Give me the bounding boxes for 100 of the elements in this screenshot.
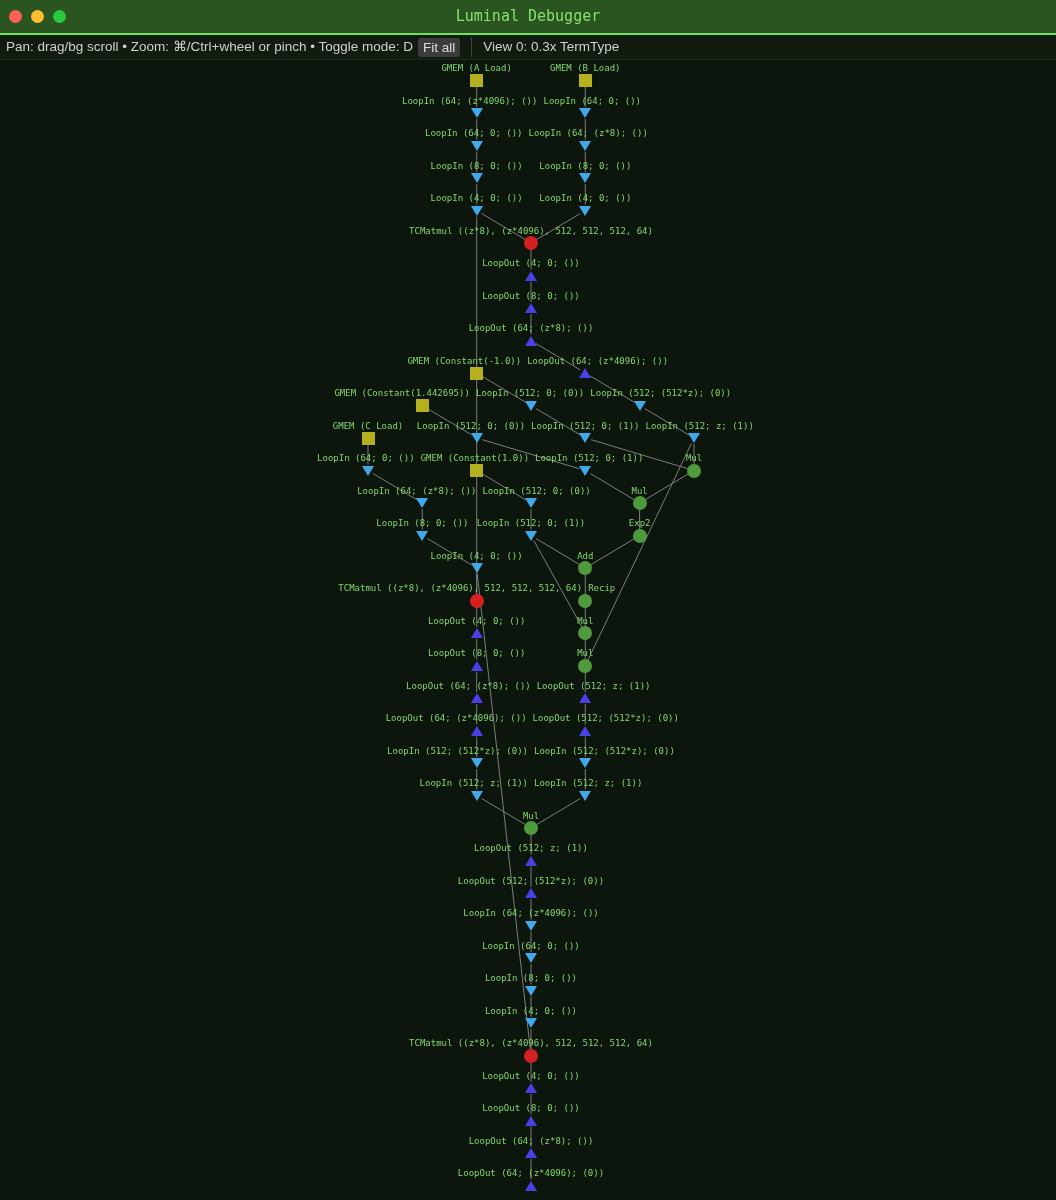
node-label: LoopIn (512; 0; (1)) xyxy=(476,518,586,528)
down-triangle-icon xyxy=(470,205,483,216)
edge-line xyxy=(427,538,472,566)
down-triangle-icon xyxy=(470,758,483,768)
down-triangle-icon xyxy=(416,498,429,508)
edge-line xyxy=(584,671,586,693)
up-triangle-icon xyxy=(525,1083,537,1093)
down-triangle-icon xyxy=(362,465,374,476)
down-triangle-icon xyxy=(525,985,537,996)
edge-line xyxy=(476,86,478,108)
node-label: TCMatmul ((z*8), (z*4096), 512, 512, 512, 64) xyxy=(409,225,653,236)
down-triangle-icon xyxy=(470,563,483,573)
node-label: LoopIn (512; (512*z); (0)) xyxy=(590,388,732,398)
edge-line xyxy=(584,118,586,140)
node-label: GMEM (Constant(-1.0)) xyxy=(407,355,522,366)
node-label: GMEM (Constant(1.442695)) xyxy=(334,388,470,398)
node-label: TCMatmul ((z*8), (z*4096), 512, 512, 512, 64) xyxy=(409,1038,653,1048)
edge-line xyxy=(584,151,586,173)
fit-all-button[interactable]: Fit all xyxy=(418,37,461,57)
circle-node-icon xyxy=(524,821,538,835)
node-label: LoopIn (4; 0; ()) xyxy=(539,193,632,203)
down-triangle-icon xyxy=(470,790,483,801)
node-label: LoopIn (512; (512*z); (0)) xyxy=(387,745,528,756)
node-label: LoopIn (512; z; (1)) xyxy=(419,778,528,788)
node-label: LoopIn (64; (z*4096); ()) xyxy=(463,908,599,918)
node-label: LoopIn (512; 0; (0)) xyxy=(416,420,526,431)
node-label: LoopIn (8; 0; ()) xyxy=(376,518,469,528)
down-triangle-icon xyxy=(633,400,646,411)
circle-node-icon xyxy=(524,236,538,250)
down-triangle-icon xyxy=(470,140,483,151)
up-triangle-icon xyxy=(525,1115,537,1126)
node-label: LoopIn (8; 0; ()) xyxy=(539,160,632,171)
node-label: Mul xyxy=(522,810,540,821)
node-label: LoopIn (4; 0; ()) xyxy=(430,193,523,203)
up-triangle-icon xyxy=(470,693,483,703)
node-label: LoopOut (64; (z*8); ()) xyxy=(468,323,594,333)
node-label: Mul xyxy=(577,615,594,626)
down-triangle-icon xyxy=(579,140,592,151)
edge-line xyxy=(476,151,478,173)
node-label: LoopIn (512; z; (1)) xyxy=(534,778,643,788)
node-label: LoopIn (4; 0; ()) xyxy=(430,550,523,561)
edge-line xyxy=(367,443,369,465)
node-label: LoopOut (64; (z*4096); ()) xyxy=(527,355,669,366)
down-triangle-icon xyxy=(579,758,592,768)
up-triangle-icon xyxy=(470,660,483,671)
controls-hint: Pan: drag/bg scroll • Zoom: ⌘/Ctrl+wheel or pinch • Toggle mode: D xyxy=(6,37,414,56)
square-node-icon xyxy=(470,74,484,87)
down-triangle-icon xyxy=(525,953,537,963)
node-label: Mul xyxy=(631,485,648,496)
node-label: GMEM (A Load) xyxy=(441,63,512,73)
maximize-button[interactable] xyxy=(53,10,66,23)
node-label: LoopOut (512; z; (1)) xyxy=(536,680,651,691)
down-triangle-icon xyxy=(579,173,592,183)
node-label: LoopIn (512; (512*z); (0)) xyxy=(534,745,675,756)
edge-line xyxy=(584,183,586,205)
node-label: LoopOut (512; (512*z); (0)) xyxy=(532,713,679,723)
node-label: LoopOut (512; (512*z); (0)) xyxy=(457,875,605,886)
node-label: Exp2 xyxy=(628,518,651,528)
node-label: GMEM (C Load) xyxy=(332,420,404,431)
circle-node-icon xyxy=(686,463,701,478)
node-label: LoopIn (64; 0; ()) xyxy=(543,95,642,106)
circle-node-icon xyxy=(578,626,593,640)
node-label: LoopIn (8; 0; ()) xyxy=(430,160,523,171)
edge-line xyxy=(530,508,532,530)
up-triangle-icon xyxy=(470,725,483,736)
square-node-icon xyxy=(361,431,375,445)
down-triangle-icon xyxy=(470,108,483,118)
down-triangle-icon xyxy=(579,790,592,801)
node-label: LoopIn (8; 0; ()) xyxy=(484,973,577,983)
window-title: Luminal Debugger xyxy=(455,6,601,28)
edge-line xyxy=(530,1093,532,1115)
minimize-button[interactable] xyxy=(31,10,44,23)
edge-line xyxy=(584,768,586,790)
down-triangle-icon xyxy=(525,498,537,508)
up-triangle-icon xyxy=(525,888,537,898)
up-triangle-icon xyxy=(579,368,592,378)
circle-node-icon xyxy=(578,658,593,673)
node-label: GMEM (Constant(1.0)) xyxy=(420,453,530,463)
edge-line xyxy=(584,703,586,725)
node-label: LoopIn (512; 0; (1)) xyxy=(531,420,640,431)
circle-node-icon xyxy=(578,593,593,608)
node-label: LoopIn (512; 0; (0)) xyxy=(482,485,591,496)
node-label: LoopIn (64; 0; ()) xyxy=(482,940,580,951)
node-label: LoopOut (64; (z*8); ()) xyxy=(468,1135,594,1146)
up-triangle-icon xyxy=(470,628,483,638)
edge-line xyxy=(530,1126,532,1148)
down-triangle-icon xyxy=(687,433,700,443)
down-triangle-icon xyxy=(579,465,592,476)
up-triangle-icon xyxy=(525,303,537,313)
node-label: LoopOut (64; (z*8); ()) xyxy=(406,680,531,691)
square-node-icon xyxy=(578,74,592,87)
node-label: LoopIn (4; 0; ()) xyxy=(484,1005,577,1016)
up-triangle-icon xyxy=(525,1148,537,1158)
down-triangle-icon xyxy=(470,433,483,443)
close-button[interactable] xyxy=(9,10,22,23)
edge-line xyxy=(476,118,478,140)
node-label: LoopIn (512; z; (1)) xyxy=(645,420,754,431)
down-triangle-icon xyxy=(579,433,592,443)
up-triangle-icon xyxy=(525,1180,537,1191)
up-triangle-icon xyxy=(525,335,537,346)
